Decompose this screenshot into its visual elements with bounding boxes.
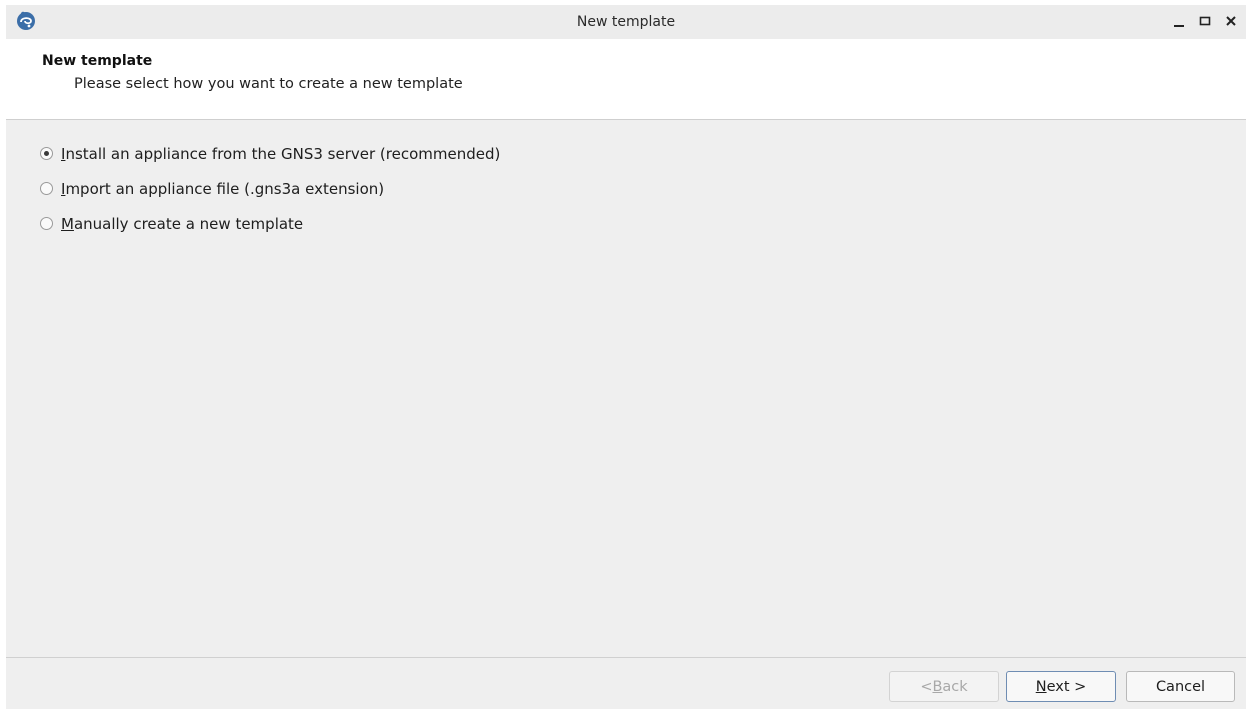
- minimize-icon: [1174, 25, 1184, 27]
- close-button[interactable]: [1222, 11, 1240, 31]
- option-import-appliance-file[interactable]: Import an appliance file (.gns3a extensi…: [40, 171, 500, 206]
- radio-button-checked[interactable]: [40, 147, 53, 160]
- option-manually-create[interactable]: Manually create a new template: [40, 206, 500, 241]
- option-label: Import an appliance file (.gns3a extensi…: [61, 179, 385, 198]
- option-label: Manually create a new template: [61, 214, 304, 233]
- footer-divider: [6, 657, 1246, 658]
- back-button[interactable]: < Back: [889, 671, 999, 702]
- close-icon: [1226, 16, 1236, 26]
- option-label: Install an appliance from the GNS3 serve…: [61, 144, 501, 163]
- title-bar[interactable]: New template: [6, 5, 1246, 39]
- maximize-icon: [1199, 16, 1211, 26]
- window-title: New template: [576, 14, 676, 30]
- page-title: New template: [42, 53, 153, 69]
- radio-button[interactable]: [40, 182, 53, 195]
- radio-button[interactable]: [40, 217, 53, 230]
- maximize-button[interactable]: [1196, 11, 1214, 31]
- window-controls: [1170, 11, 1240, 31]
- next-button[interactable]: Next >: [1006, 671, 1116, 702]
- creation-method-options: Install an appliance from the GNS3 serve…: [40, 136, 500, 241]
- cancel-button[interactable]: Cancel: [1126, 671, 1235, 702]
- wizard-header: New template Please select how you want …: [6, 39, 1246, 120]
- new-template-dialog: New template New template Please select …: [6, 5, 1246, 709]
- minimize-button[interactable]: [1170, 11, 1188, 31]
- page-subtitle: Please select how you want to create a n…: [74, 76, 463, 92]
- option-install-from-server[interactable]: Install an appliance from the GNS3 serve…: [40, 136, 500, 171]
